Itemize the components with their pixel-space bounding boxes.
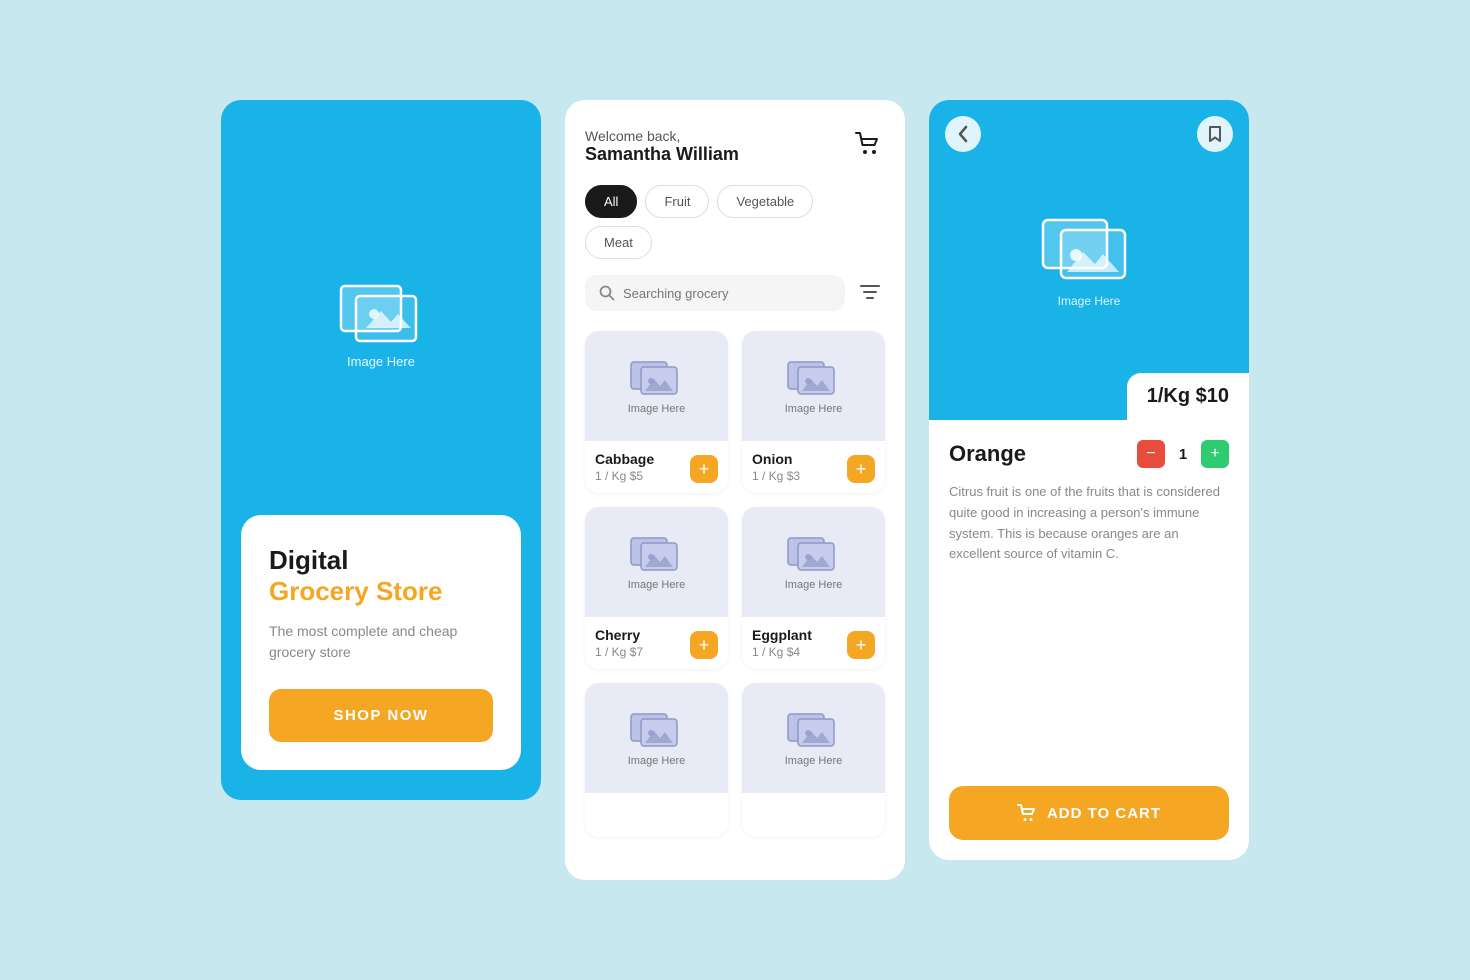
- screen1-title-line1: Digital: [269, 545, 493, 576]
- screen3-detail: Image Here 1/Kg $10 Orange − 1 + Citrus …: [929, 100, 1249, 860]
- product-info-onion: Onion 1 / Kg $3 +: [742, 441, 885, 493]
- back-icon: [958, 125, 968, 143]
- screen2-welcome-block: Welcome back, Samantha William: [585, 128, 739, 165]
- add-cabbage-button[interactable]: +: [690, 455, 718, 483]
- product-img-label: Image Here: [785, 403, 842, 415]
- screen3-body: Orange − 1 + Citrus fruit is one of the …: [929, 420, 1249, 860]
- product-image-icon: [786, 533, 841, 575]
- product-card-empty2: Image Here: [742, 683, 885, 837]
- product-img-label: Image Here: [785, 579, 842, 591]
- add-eggplant-button[interactable]: +: [847, 631, 875, 659]
- product-card-onion: Image Here Onion 1 / Kg $3 +: [742, 331, 885, 493]
- cart-icon-button[interactable]: [851, 128, 885, 163]
- category-vegetable[interactable]: Vegetable: [717, 185, 813, 218]
- splash-image-placeholder: Image Here: [336, 276, 426, 369]
- product-card-empty1: Image Here: [585, 683, 728, 837]
- splash-image-label: Image Here: [347, 354, 415, 369]
- screen2-listing: Welcome back, Samantha William All Fruit…: [565, 100, 905, 880]
- splash-image-icon: [336, 276, 426, 346]
- product-name-cabbage: Cabbage: [595, 451, 654, 467]
- product-info-cabbage: Cabbage 1 / Kg $5 +: [585, 441, 728, 493]
- product-img-label: Image Here: [785, 755, 842, 767]
- product-image-icon: [629, 357, 684, 399]
- shop-now-button[interactable]: SHOP NOW: [269, 689, 493, 742]
- screen1-image-area: Image Here: [336, 160, 426, 485]
- category-meat[interactable]: Meat: [585, 226, 652, 259]
- product-info-cherry: Cherry 1 / Kg $7 +: [585, 617, 728, 669]
- filter-icon: [859, 283, 881, 301]
- product-img-label: Image Here: [628, 755, 685, 767]
- cart-icon: [855, 132, 881, 156]
- user-name: Samantha William: [585, 144, 739, 165]
- product-image-icon: [786, 709, 841, 751]
- product-card-cabbage: Image Here Cabbage 1 / Kg $5 +: [585, 331, 728, 493]
- quantity-value: 1: [1175, 446, 1191, 463]
- cart-btn-icon: [1017, 804, 1037, 822]
- product-name-eggplant: Eggplant: [752, 627, 812, 643]
- detail-image-label: Image Here: [1058, 294, 1121, 308]
- welcome-text: Welcome back,: [585, 128, 739, 144]
- add-onion-button[interactable]: +: [847, 455, 875, 483]
- add-to-cart-label: ADD TO CART: [1047, 805, 1161, 822]
- bookmark-icon: [1208, 125, 1222, 143]
- product-img-eggplant: Image Here: [742, 507, 885, 617]
- search-icon: [599, 285, 615, 301]
- search-bar: [585, 275, 845, 311]
- search-row: [585, 275, 885, 311]
- product-detail-header: Orange − 1 +: [949, 440, 1229, 468]
- filter-button[interactable]: [855, 279, 885, 308]
- screens-container: Image Here Digital Grocery Store The mos…: [221, 100, 1249, 880]
- products-grid: Image Here Cabbage 1 / Kg $5 +: [585, 331, 885, 837]
- product-image-icon: [629, 533, 684, 575]
- price-badge: 1/Kg $10: [1127, 373, 1249, 420]
- product-img-label: Image Here: [628, 403, 685, 415]
- quantity-plus-button[interactable]: +: [1201, 440, 1229, 468]
- detail-product-name: Orange: [949, 441, 1026, 467]
- search-input[interactable]: [623, 286, 831, 301]
- quantity-minus-button[interactable]: −: [1137, 440, 1165, 468]
- screen1-title-line2: Grocery Store: [269, 576, 493, 607]
- product-img-label: Image Here: [628, 579, 685, 591]
- add-cherry-button[interactable]: +: [690, 631, 718, 659]
- price-badge-text: 1/Kg $10: [1147, 385, 1229, 407]
- quantity-control: − 1 +: [1137, 440, 1229, 468]
- product-img-empty2: Image Here: [742, 683, 885, 793]
- product-card-cherry: Image Here Cherry 1 / Kg $7 +: [585, 507, 728, 669]
- product-info-eggplant: Eggplant 1 / Kg $4 +: [742, 617, 885, 669]
- bookmark-button[interactable]: [1197, 116, 1233, 152]
- product-name-cherry: Cherry: [595, 627, 643, 643]
- product-price-cherry: 1 / Kg $7: [595, 645, 643, 659]
- product-img-cherry: Image Here: [585, 507, 728, 617]
- product-img-empty1: Image Here: [585, 683, 728, 793]
- detail-image-icon: [1039, 212, 1139, 288]
- product-price-cabbage: 1 / Kg $5: [595, 469, 654, 483]
- product-card-eggplant: Image Here Eggplant 1 / Kg $4 +: [742, 507, 885, 669]
- screen1-subtitle: The most complete and cheap grocery stor…: [269, 621, 493, 663]
- category-fruit[interactable]: Fruit: [645, 185, 709, 218]
- screen2-header: Welcome back, Samantha William: [585, 128, 885, 165]
- product-price-eggplant: 1 / Kg $4: [752, 645, 812, 659]
- screen1-splash: Image Here Digital Grocery Store The mos…: [221, 100, 541, 800]
- add-to-cart-button[interactable]: ADD TO CART: [949, 786, 1229, 840]
- category-all[interactable]: All: [585, 185, 637, 218]
- product-image-icon: [629, 709, 684, 751]
- product-price-onion: 1 / Kg $3: [752, 469, 800, 483]
- product-name-onion: Onion: [752, 451, 800, 467]
- screen3-image-area: Image Here 1/Kg $10: [929, 100, 1249, 420]
- categories-row: All Fruit Vegetable Meat: [585, 185, 885, 259]
- screen1-card: Digital Grocery Store The most complete …: [241, 515, 521, 770]
- product-description: Citrus fruit is one of the fruits that i…: [949, 482, 1229, 762]
- product-img-cabbage: Image Here: [585, 331, 728, 441]
- product-image-icon: [786, 357, 841, 399]
- back-button[interactable]: [945, 116, 981, 152]
- product-img-onion: Image Here: [742, 331, 885, 441]
